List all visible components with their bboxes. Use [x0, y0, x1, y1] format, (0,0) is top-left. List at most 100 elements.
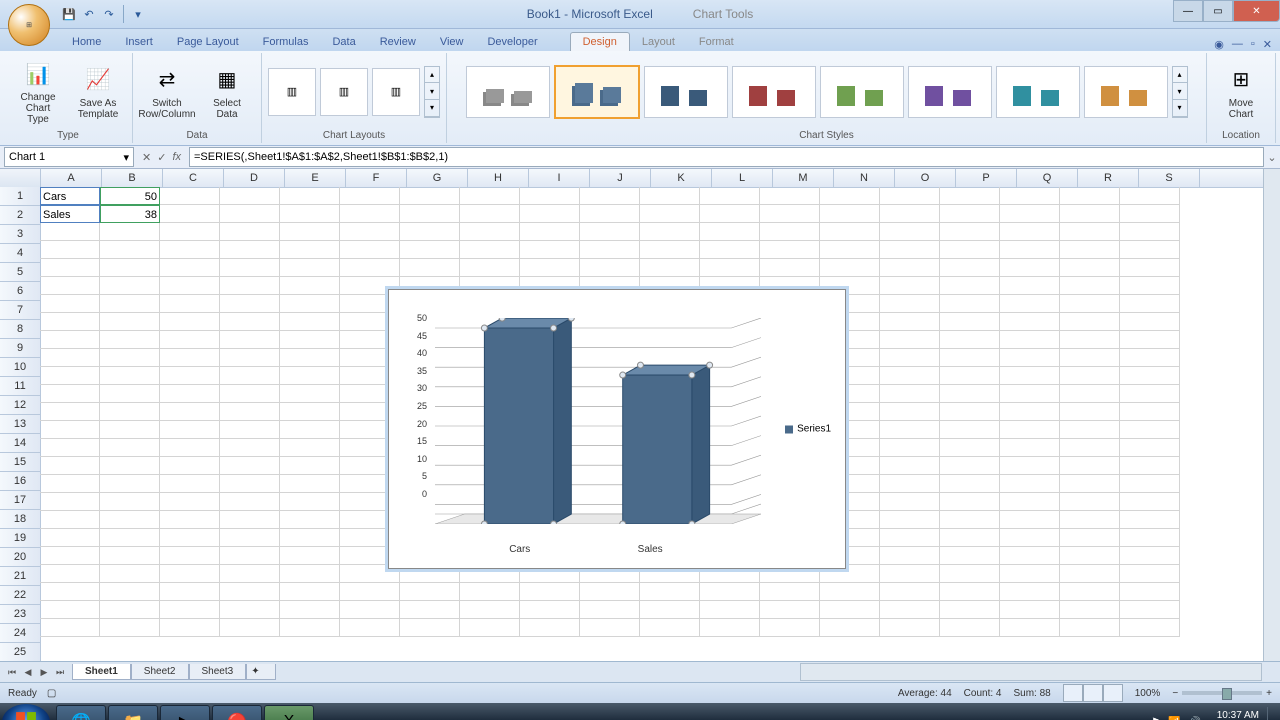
cell-F2[interactable]: [340, 205, 400, 223]
cell-R14[interactable]: [1060, 421, 1120, 439]
layouts-scroll[interactable]: ▴▾▾: [424, 66, 440, 118]
cell-Q14[interactable]: [1000, 421, 1060, 439]
col-header-L[interactable]: L: [712, 169, 773, 187]
cell-P13[interactable]: [940, 403, 1000, 421]
cell-B17[interactable]: [100, 475, 160, 493]
cell-O10[interactable]: [880, 349, 940, 367]
cell-B18[interactable]: [100, 493, 160, 511]
cell-K23[interactable]: [640, 583, 700, 601]
cell-P16[interactable]: [940, 457, 1000, 475]
cell-D7[interactable]: [220, 295, 280, 313]
cell-P22[interactable]: [940, 565, 1000, 583]
cell-Q11[interactable]: [1000, 367, 1060, 385]
cell-Q9[interactable]: [1000, 331, 1060, 349]
cell-H3[interactable]: [460, 223, 520, 241]
cell-B24[interactable]: [100, 601, 160, 619]
cell-C17[interactable]: [160, 475, 220, 493]
cell-C3[interactable]: [160, 223, 220, 241]
cell-S23[interactable]: [1120, 583, 1180, 601]
cell-K25[interactable]: [640, 619, 700, 637]
cell-E7[interactable]: [280, 295, 340, 313]
cell-R25[interactable]: [1060, 619, 1120, 637]
cell-R3[interactable]: [1060, 223, 1120, 241]
row-header-7[interactable]: 7: [0, 301, 40, 320]
minimize-ribbon-icon[interactable]: —: [1232, 38, 1243, 51]
cell-R15[interactable]: [1060, 439, 1120, 457]
cell-R9[interactable]: [1060, 331, 1120, 349]
cell-A4[interactable]: [40, 241, 100, 259]
col-header-A[interactable]: A: [41, 169, 102, 187]
cell-E3[interactable]: [280, 223, 340, 241]
chart-layout-2[interactable]: ▥: [320, 68, 368, 116]
cell-R16[interactable]: [1060, 457, 1120, 475]
cell-E13[interactable]: [280, 403, 340, 421]
cell-D18[interactable]: [220, 493, 280, 511]
cell-N3[interactable]: [820, 223, 880, 241]
cell-S17[interactable]: [1120, 475, 1180, 493]
cell-R17[interactable]: [1060, 475, 1120, 493]
cell-R1[interactable]: [1060, 187, 1120, 205]
cell-J3[interactable]: [580, 223, 640, 241]
cell-O20[interactable]: [880, 529, 940, 547]
cell-P5[interactable]: [940, 259, 1000, 277]
cell-C21[interactable]: [160, 547, 220, 565]
tray-volume-icon[interactable]: 🔊: [1188, 717, 1200, 720]
sheet-nav-buttons[interactable]: ⏮ ◀ ▶ ⏭: [0, 667, 72, 678]
cell-Q21[interactable]: [1000, 547, 1060, 565]
cell-O7[interactable]: [880, 295, 940, 313]
cell-D11[interactable]: [220, 367, 280, 385]
cell-H5[interactable]: [460, 259, 520, 277]
taskbar-media[interactable]: ▶: [160, 705, 210, 720]
cell-Q2[interactable]: [1000, 205, 1060, 223]
row-header-8[interactable]: 8: [0, 320, 40, 339]
cell-I5[interactable]: [520, 259, 580, 277]
cell-O12[interactable]: [880, 385, 940, 403]
cell-D16[interactable]: [220, 457, 280, 475]
cell-G25[interactable]: [400, 619, 460, 637]
cell-B21[interactable]: [100, 547, 160, 565]
cell-R7[interactable]: [1060, 295, 1120, 313]
cell-B23[interactable]: [100, 583, 160, 601]
cell-S9[interactable]: [1120, 331, 1180, 349]
cell-D2[interactable]: [220, 205, 280, 223]
row-header-11[interactable]: 11: [0, 377, 40, 396]
cell-K3[interactable]: [640, 223, 700, 241]
cell-J2[interactable]: [580, 205, 640, 223]
cell-E18[interactable]: [280, 493, 340, 511]
vertical-scrollbar[interactable]: [1263, 169, 1280, 661]
cell-S3[interactable]: [1120, 223, 1180, 241]
cell-O1[interactable]: [880, 187, 940, 205]
cancel-formula-icon[interactable]: ✕: [142, 151, 151, 164]
chart-legend[interactable]: Series1: [785, 424, 831, 435]
cell-O25[interactable]: [880, 619, 940, 637]
col-header-B[interactable]: B: [102, 169, 163, 187]
cell-A23[interactable]: [40, 583, 100, 601]
cell-B14[interactable]: [100, 421, 160, 439]
col-header-H[interactable]: H: [468, 169, 529, 187]
col-header-P[interactable]: P: [956, 169, 1017, 187]
cell-D15[interactable]: [220, 439, 280, 457]
cell-P21[interactable]: [940, 547, 1000, 565]
tab-insert[interactable]: Insert: [113, 33, 165, 51]
cell-S12[interactable]: [1120, 385, 1180, 403]
cell-P2[interactable]: [940, 205, 1000, 223]
cell-J4[interactable]: [580, 241, 640, 259]
cell-O6[interactable]: [880, 277, 940, 295]
cell-S16[interactable]: [1120, 457, 1180, 475]
chart-style-6[interactable]: [908, 66, 992, 118]
col-header-M[interactable]: M: [773, 169, 834, 187]
cell-O9[interactable]: [880, 331, 940, 349]
tray-flag-icon[interactable]: ⚑: [1151, 717, 1160, 720]
enter-formula-icon[interactable]: ✓: [157, 151, 166, 164]
row-header-10[interactable]: 10: [0, 358, 40, 377]
cell-A6[interactable]: [40, 277, 100, 295]
cell-I4[interactable]: [520, 241, 580, 259]
cell-C12[interactable]: [160, 385, 220, 403]
cell-S4[interactable]: [1120, 241, 1180, 259]
cell-B8[interactable]: [100, 313, 160, 331]
cell-D24[interactable]: [220, 601, 280, 619]
cell-L24[interactable]: [700, 601, 760, 619]
cell-C19[interactable]: [160, 511, 220, 529]
cell-B13[interactable]: [100, 403, 160, 421]
chart-style-1[interactable]: [466, 66, 550, 118]
